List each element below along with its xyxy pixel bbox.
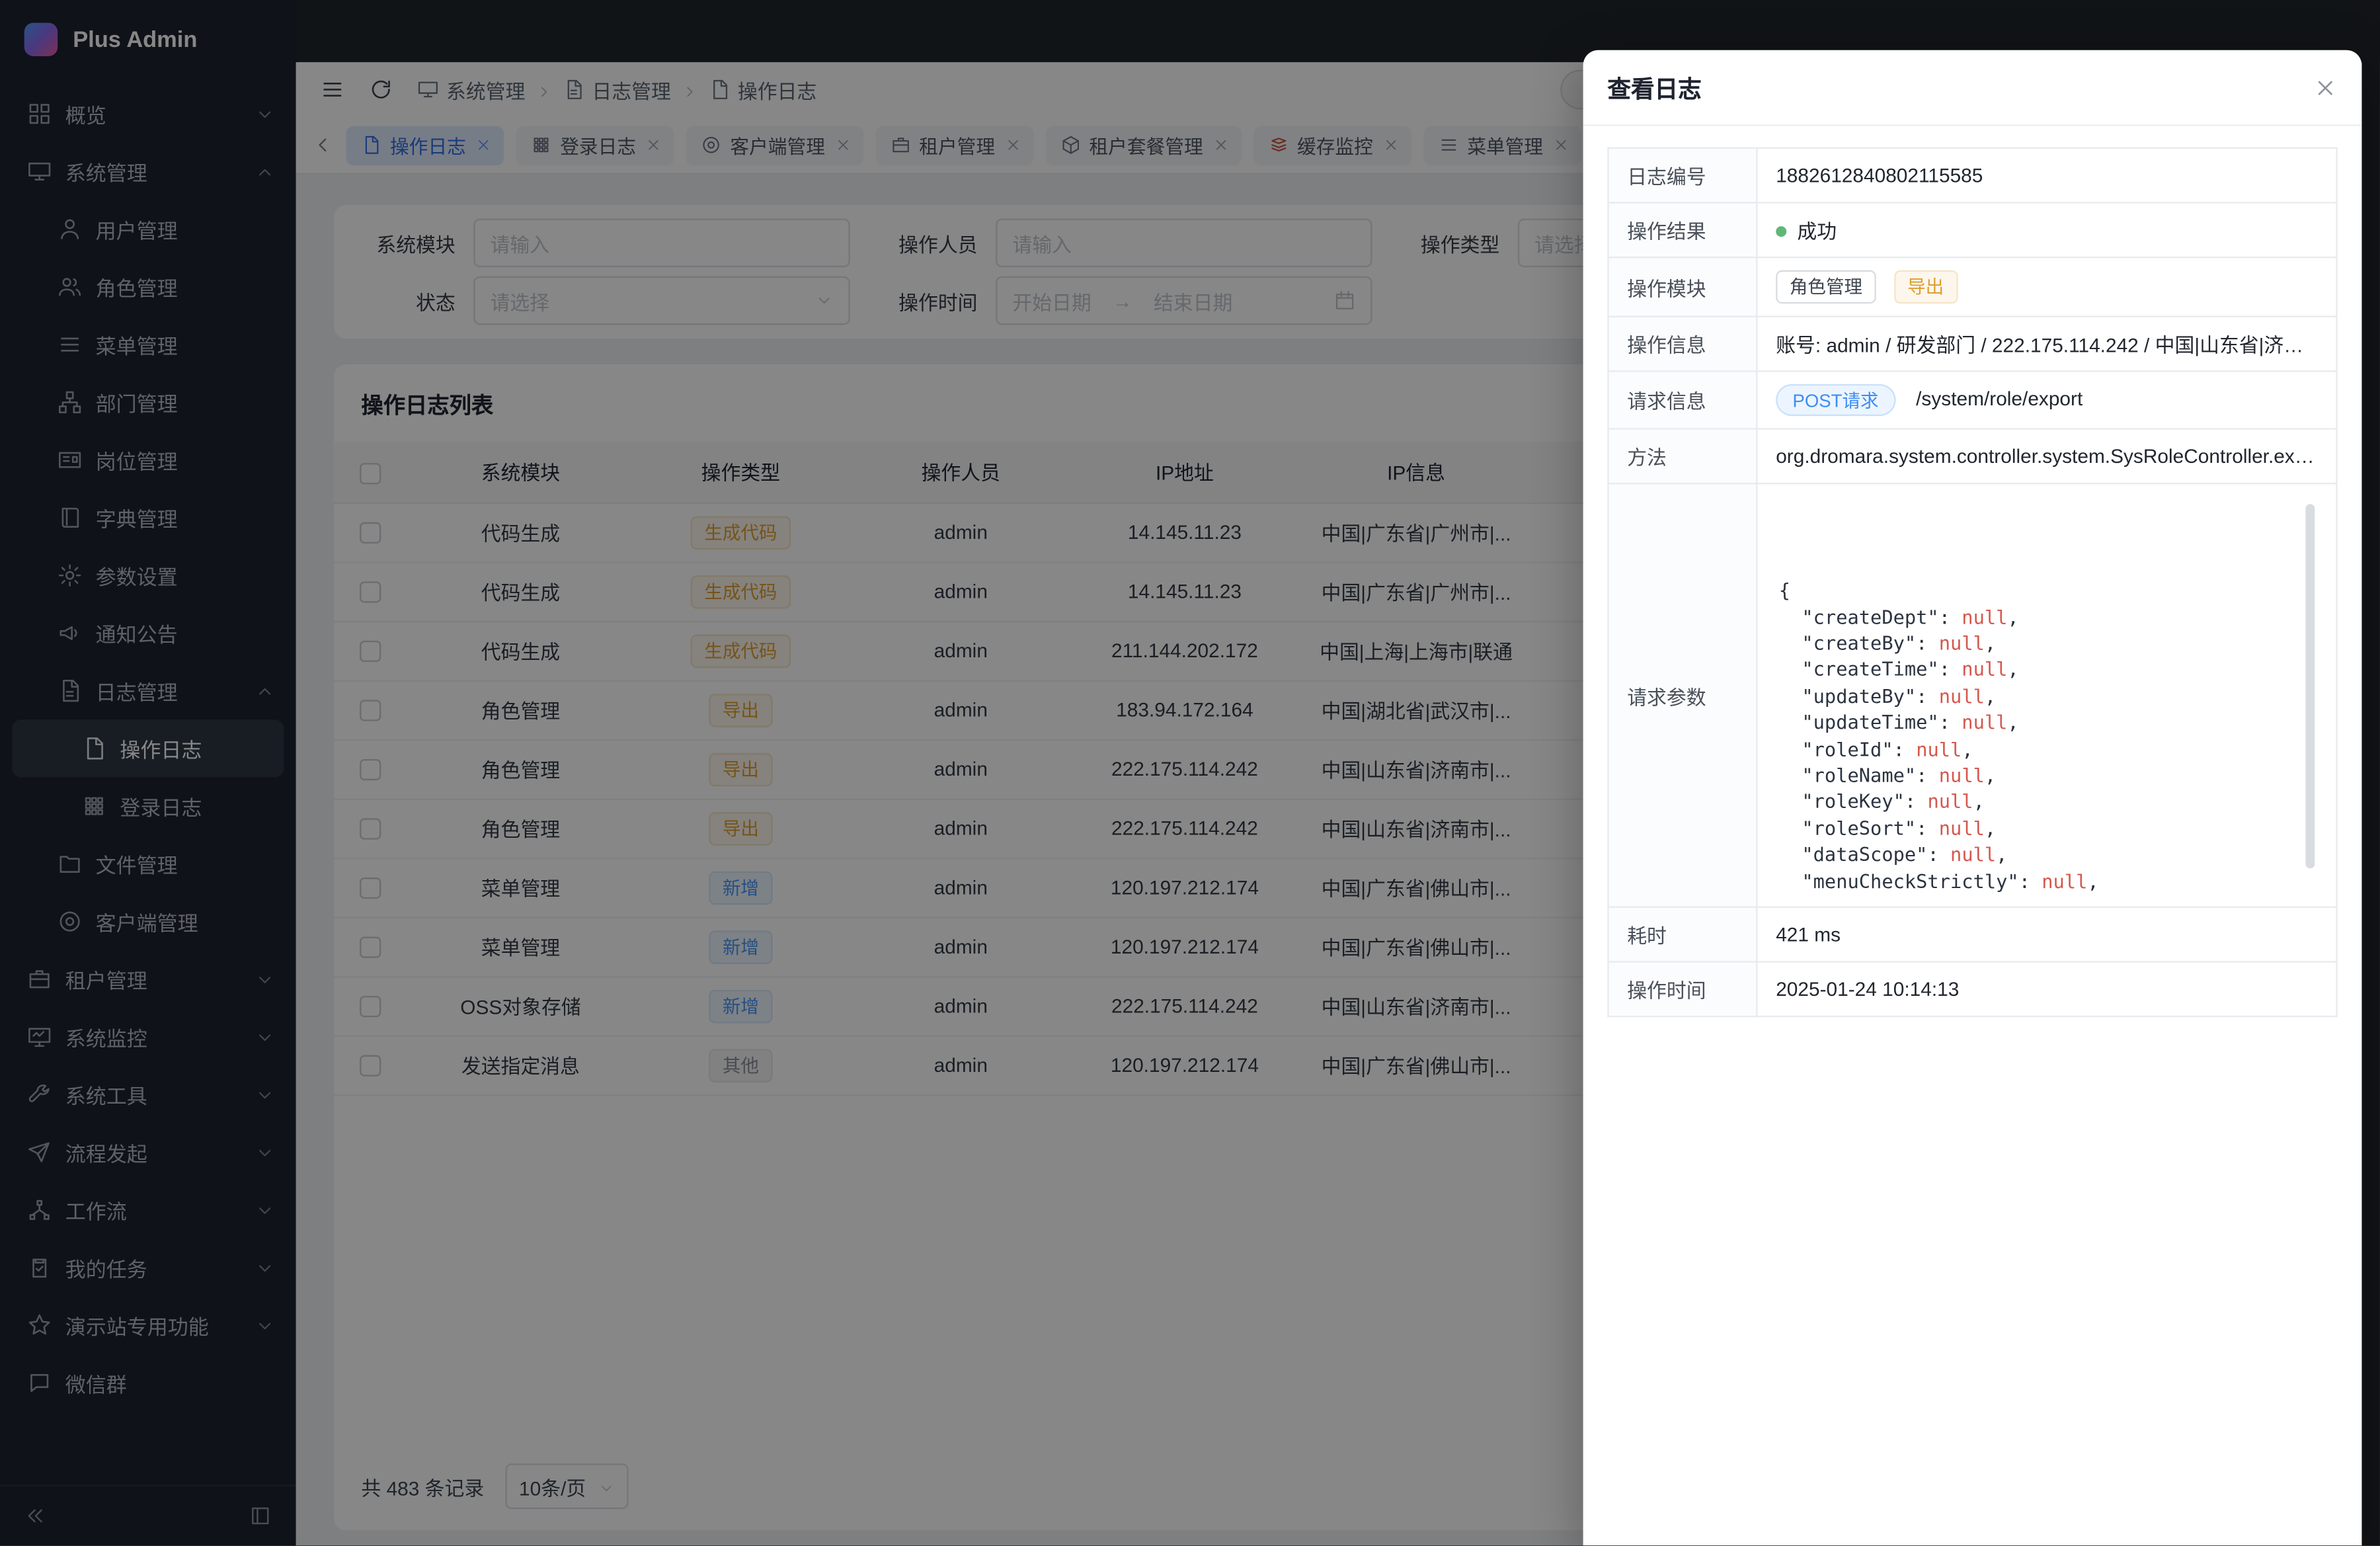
success-dot-icon: [1776, 226, 1786, 237]
code-line: "createBy": null,: [1779, 630, 2297, 657]
close-icon[interactable]: [2313, 75, 2338, 100]
detail-row-module: 操作模块 角色管理 导出: [1608, 257, 2337, 317]
code-line: "roleId": null,: [1779, 736, 2297, 762]
code-line: {: [1779, 577, 2297, 604]
detail-row-result: 操作结果 成功: [1608, 203, 2337, 258]
detail-row-request: 请求信息 POST请求 /system/role/export: [1608, 371, 2337, 428]
code-scrollbar[interactable]: [2305, 504, 2315, 868]
op-time-value: 2025-01-24 10:14:13: [1757, 961, 2337, 1016]
detail-row-method: 方法 org.dromara.system.controller.system.…: [1608, 429, 2337, 484]
drawer-title: 查看日志: [1607, 71, 1701, 104]
params-label: 请求参数: [1608, 483, 1757, 907]
op-info-value: 账号: admin / 研发部门 / 222.175.114.242 / 中国|…: [1757, 317, 2337, 372]
module-label: 操作模块: [1608, 257, 1757, 317]
code-line: "roleKey": null,: [1779, 789, 2297, 815]
viewport: Plus Admin 概览系统管理用户管理角色管理菜单管理部门管理岗位管理字典管…: [0, 0, 2380, 1545]
code-line: "dataScope": null,: [1779, 842, 2297, 868]
method-label: 方法: [1608, 429, 1757, 484]
request-url: /system/role/export: [1916, 387, 2082, 409]
detail-row-duration: 耗时 421 ms: [1608, 907, 2337, 962]
code-line: "updateTime": null,: [1779, 710, 2297, 736]
log-detail-drawer: 查看日志 日志编号 1882612840802115585 操作结果 成功 操作…: [1583, 50, 2362, 1545]
code-line: "roleSort": null,: [1779, 815, 2297, 842]
code-line: "updateBy": null,: [1779, 683, 2297, 710]
request-params-code[interactable]: { "createDept": null, "createBy": null, …: [1776, 497, 2318, 895]
log-id-value: 1882612840802115585: [1757, 148, 2337, 203]
drawer-body: 日志编号 1882612840802115585 操作结果 成功 操作模块 角色…: [1583, 126, 2362, 1039]
request-label: 请求信息: [1608, 371, 1757, 428]
duration-label: 耗时: [1608, 907, 1757, 962]
op-time-detail-label: 操作时间: [1608, 961, 1757, 1016]
duration-value: 421 ms: [1757, 907, 2337, 962]
method-value: org.dromara.system.controller.system.Sys…: [1757, 429, 2337, 484]
result-value: 成功: [1797, 220, 1837, 243]
result-label: 操作结果: [1608, 203, 1757, 258]
log-id-label: 日志编号: [1608, 148, 1757, 203]
code-line: "createTime": null,: [1779, 657, 2297, 683]
log-detail-table: 日志编号 1882612840802115585 操作结果 成功 操作模块 角色…: [1607, 147, 2337, 1018]
action-tag: 导出: [1893, 270, 1957, 304]
code-line: "createDept": null,: [1779, 604, 2297, 630]
code-line: "menuCheckStrictly": null,: [1779, 868, 2297, 895]
detail-row-op-info: 操作信息 账号: admin / 研发部门 / 222.175.114.242 …: [1608, 317, 2337, 372]
module-tag: 角色管理: [1776, 270, 1876, 304]
detail-row-params: 请求参数 { "createDept": null, "createBy": n…: [1608, 483, 2337, 907]
drawer-header: 查看日志: [1583, 50, 2362, 126]
detail-row-log-id: 日志编号 1882612840802115585: [1608, 148, 2337, 203]
post-method-tag: POST请求: [1776, 384, 1895, 416]
code-line: "roleName": null,: [1779, 762, 2297, 789]
op-info-label: 操作信息: [1608, 317, 1757, 372]
detail-row-op-time: 操作时间 2025-01-24 10:14:13: [1608, 961, 2337, 1016]
